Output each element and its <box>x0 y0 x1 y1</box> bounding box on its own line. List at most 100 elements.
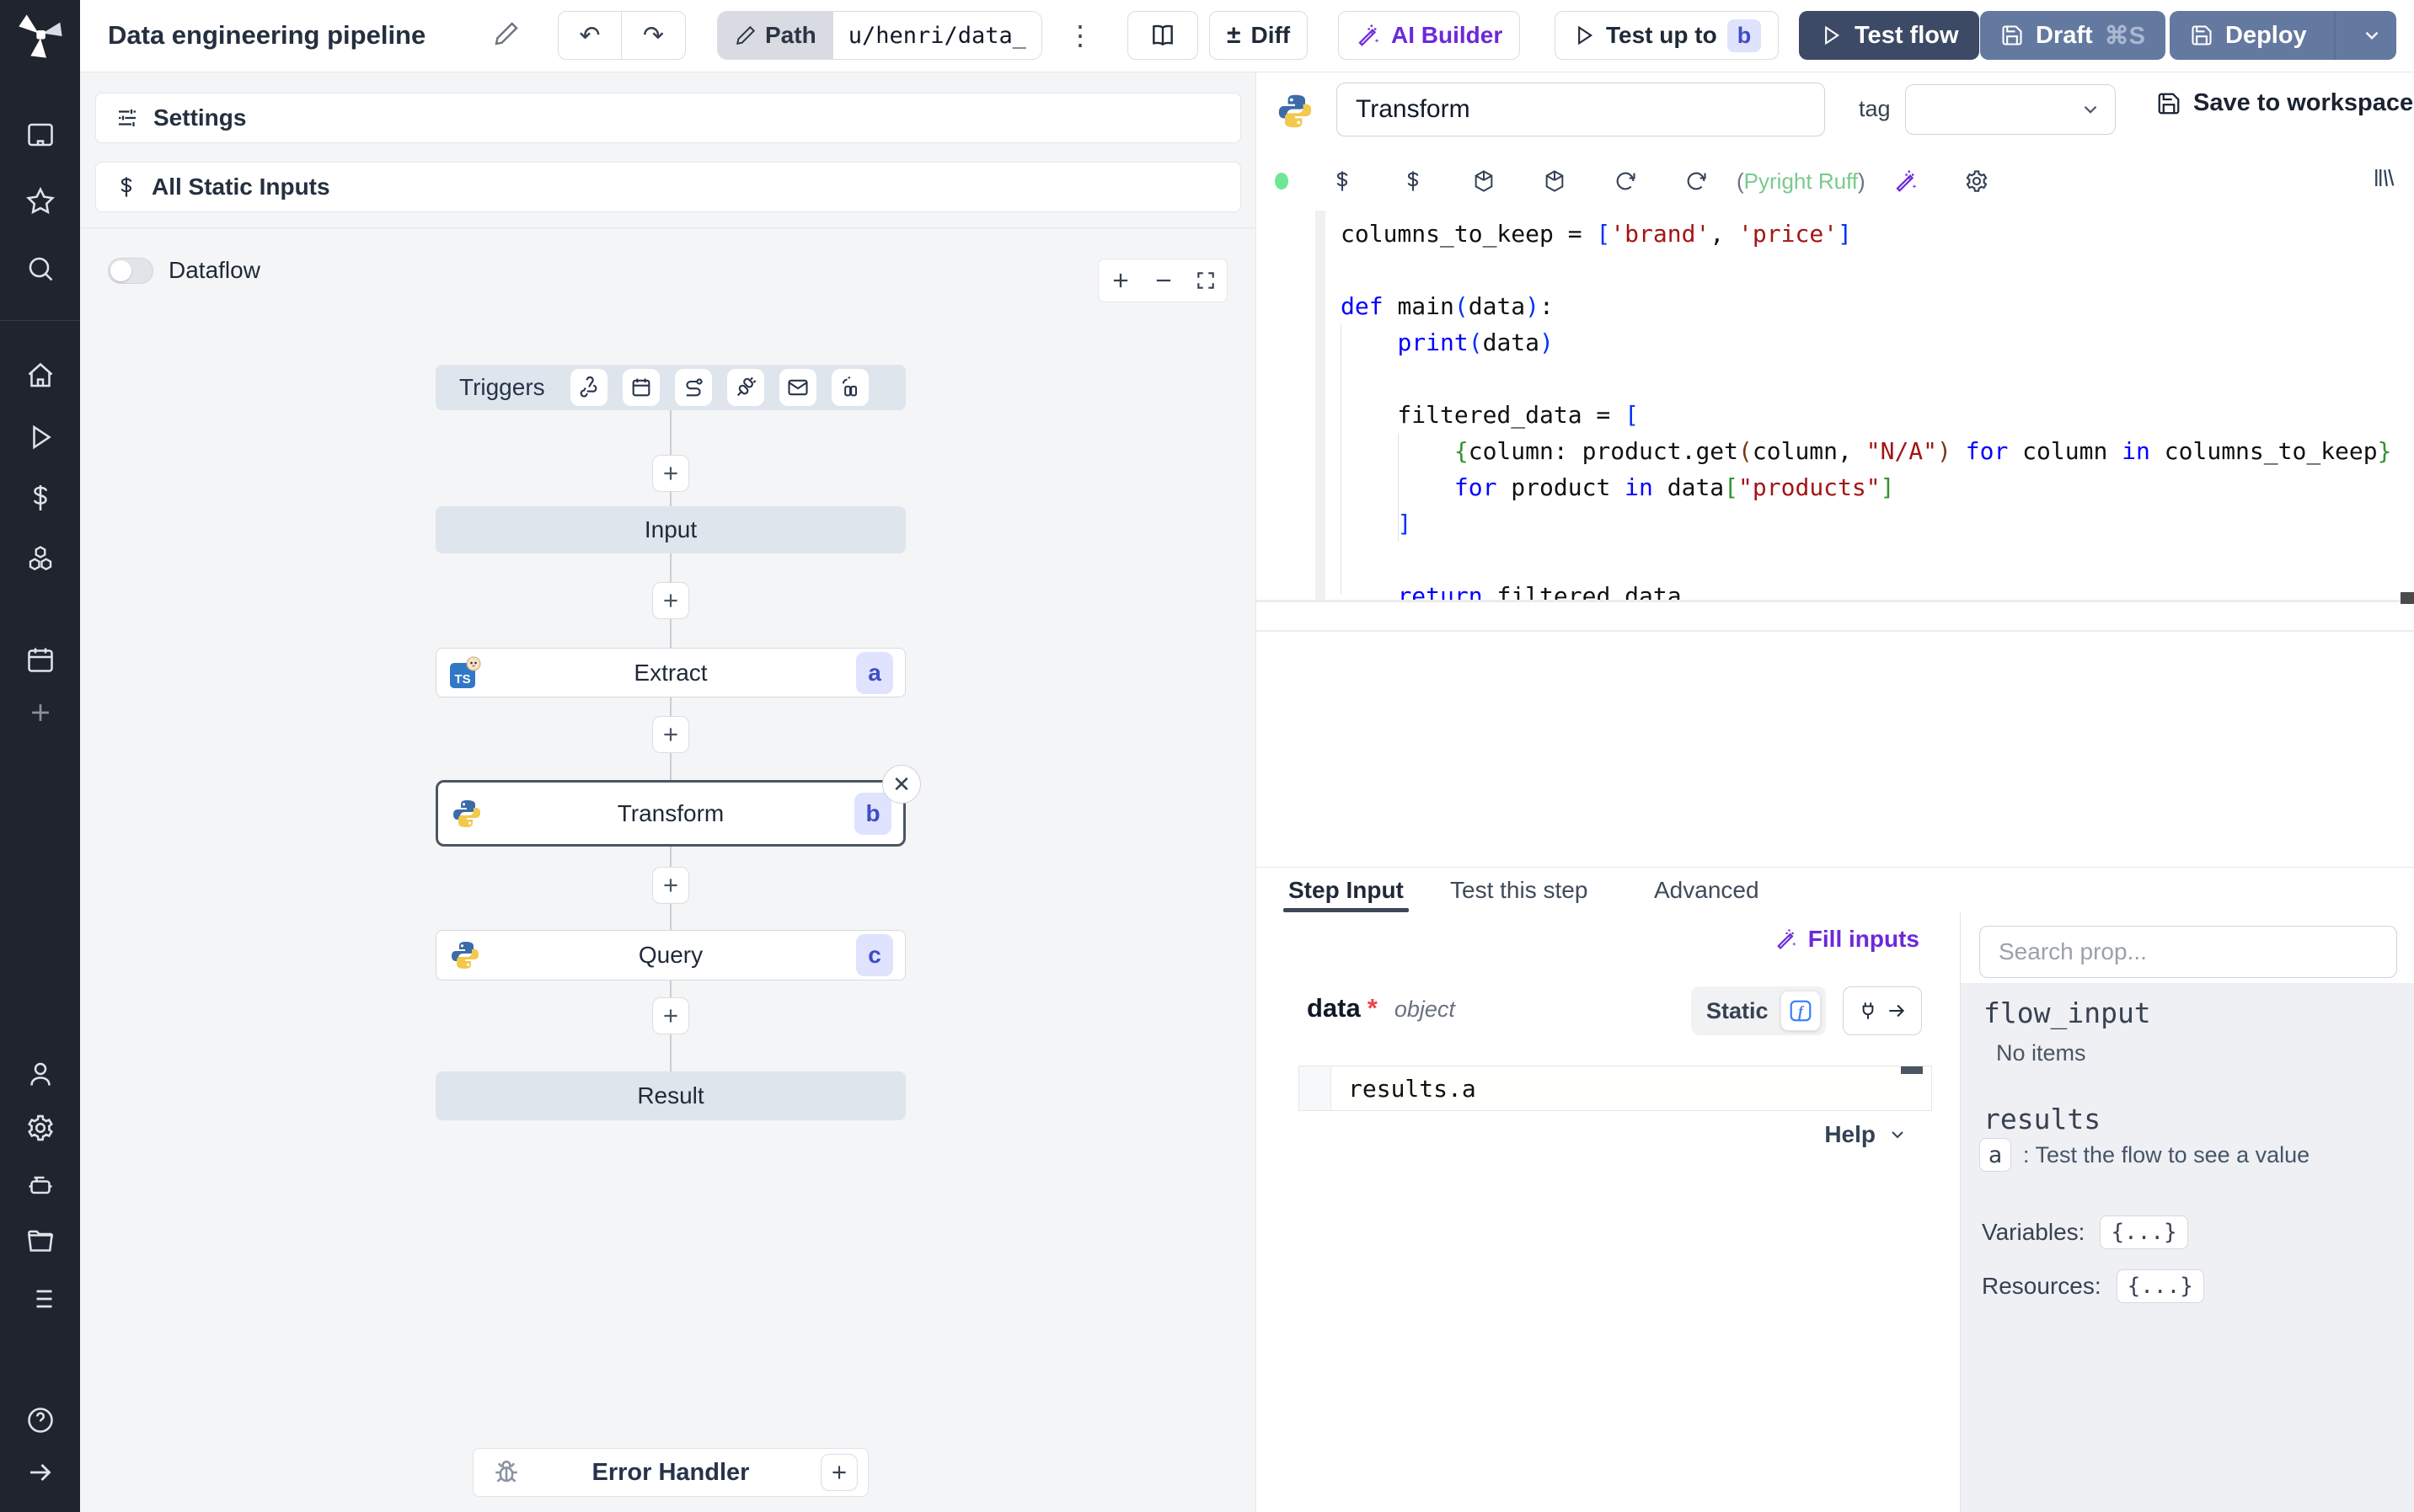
plug-trigger-icon[interactable] <box>726 369 764 406</box>
path-button[interactable]: Path <box>718 12 833 59</box>
flow-input-section-title[interactable]: flow_input <box>1983 996 2151 1029</box>
result-a-row[interactable]: a : Test the flow to see a value <box>1979 1138 2310 1172</box>
sidebar-item-folders[interactable] <box>25 1226 56 1257</box>
function-icon: f <box>1790 1000 1811 1022</box>
variables-object-chip[interactable]: {...} <box>2100 1215 2188 1249</box>
draft-button[interactable]: Draft ⌘S <box>1980 11 2166 60</box>
path-input[interactable]: u/henri/data_ <box>832 12 1042 59</box>
fill-inputs-button[interactable]: Fill inputs <box>1774 926 1919 953</box>
step-node-transform-selected[interactable]: Transform b <box>436 780 906 847</box>
add-error-handler-button[interactable] <box>821 1454 858 1491</box>
sidebar-item-runs[interactable] <box>25 422 56 452</box>
resources-object-chip[interactable]: {...} <box>2116 1269 2204 1303</box>
results-section-title[interactable]: results <box>1983 1103 2101 1135</box>
tab-step-input[interactable]: Step Input <box>1283 868 1409 912</box>
sidebar-item-settings[interactable] <box>25 1113 56 1143</box>
deploy-button[interactable]: Deploy <box>2170 11 2396 60</box>
refresh-icon[interactable] <box>1590 169 1661 193</box>
static-inputs-dollar-icon[interactable] <box>1307 169 1378 193</box>
ai-builder-button[interactable]: AI Builder <box>1338 11 1521 60</box>
add-step-button[interactable] <box>652 455 689 492</box>
step-id-badge: b <box>854 792 891 835</box>
prop-search-input[interactable] <box>1979 926 2397 978</box>
sidebar-item-favorites[interactable] <box>25 186 56 216</box>
zoom-in-button[interactable] <box>1109 269 1132 292</box>
deploy-dropdown-caret[interactable] <box>2347 24 2396 46</box>
zoom-out-button[interactable] <box>1152 269 1175 292</box>
step-input-content: Fill inputs data * object Static f result… <box>1256 912 2414 1512</box>
test-up-to-button[interactable]: Test up to b <box>1555 11 1780 60</box>
ai-wand-icon[interactable] <box>1871 168 1941 194</box>
add-step-button[interactable] <box>652 582 689 619</box>
undo-button[interactable]: ↶ <box>559 12 622 59</box>
static-inputs-dollar-icon[interactable] <box>1378 169 1448 193</box>
sidebar-item-user[interactable] <box>25 1059 56 1089</box>
triggers-node[interactable]: Triggers <box>436 365 906 410</box>
editor-settings-gear-icon[interactable] <box>1941 168 2012 194</box>
library-icon[interactable] <box>2371 165 2396 190</box>
edit-title-pencil-icon[interactable] <box>493 20 520 47</box>
schedule-trigger-icon[interactable] <box>622 369 660 406</box>
static-mode-label[interactable]: Static <box>1706 998 1769 1024</box>
error-handler-node[interactable]: Error Handler <box>473 1448 869 1497</box>
fit-view-button[interactable] <box>1195 270 1217 291</box>
add-step-button[interactable] <box>652 716 689 753</box>
tab-advanced[interactable]: Advanced <box>1654 868 1759 912</box>
sidebar-item-workspace[interactable] <box>25 120 56 150</box>
tag-select[interactable] <box>1905 84 2116 135</box>
sidebar-item-workers[interactable] <box>25 1170 56 1200</box>
refresh-icon[interactable] <box>1661 169 1732 193</box>
sidebar-item-add[interactable] <box>26 698 55 727</box>
add-step-button[interactable] <box>652 867 689 904</box>
sidebar-item-audit-logs[interactable] <box>25 1284 56 1314</box>
help-dropdown[interactable]: Help <box>1824 1121 1908 1148</box>
webhook-trigger-icon[interactable] <box>570 369 608 406</box>
sidebar-item-variables[interactable] <box>25 483 56 513</box>
windmill-logo[interactable] <box>0 0 80 72</box>
watch-trigger-icon[interactable] <box>831 369 869 406</box>
save-to-workspace-button[interactable]: Save to workspace <box>2156 89 2413 117</box>
more-options-kebab-icon[interactable]: ⋮ <box>1063 11 1097 60</box>
input-node[interactable]: Input <box>436 506 906 553</box>
chevron-down-icon <box>2365 31 2379 40</box>
flow-settings-row[interactable]: Settings <box>95 93 1241 143</box>
flow-canvas[interactable]: Settings All Static Inputs Dataflow Trig… <box>80 72 1255 1512</box>
test-flow-button[interactable]: Test flow <box>1799 11 1979 60</box>
result-node[interactable]: Result <box>436 1071 906 1120</box>
redo-button[interactable]: ↷ <box>622 12 685 59</box>
email-trigger-icon[interactable] <box>779 369 816 406</box>
result-key-badge[interactable]: a <box>1979 1138 2011 1172</box>
diff-button[interactable]: ± Diff <box>1209 11 1309 60</box>
horizontal-scrollbar-thumb[interactable] <box>2401 592 2414 604</box>
sidebar-item-home[interactable] <box>25 361 56 391</box>
step-node-query[interactable]: Query c <box>436 930 906 980</box>
code-editor[interactable]: columns_to_keep = ['brand', 'price'] def … <box>1256 211 2414 600</box>
remove-step-button[interactable]: ✕ <box>882 765 921 804</box>
docs-book-button[interactable] <box>1127 11 1198 60</box>
step-header: tag Save to workspace <box>1256 72 2414 153</box>
sidebar-item-resources[interactable] <box>25 543 56 574</box>
dataflow-toggle-row: Dataflow <box>108 257 260 284</box>
all-static-inputs-row[interactable]: All Static Inputs <box>95 162 1241 212</box>
package-icon[interactable] <box>1448 169 1519 193</box>
lint-status-label: (Pyright Ruff) <box>1737 168 1865 194</box>
add-step-button[interactable] <box>652 997 689 1034</box>
javascript-expression-mode-button[interactable]: f <box>1780 991 1821 1031</box>
dollar-icon <box>120 177 132 197</box>
tab-test-this-step[interactable]: Test this step <box>1450 868 1587 912</box>
edit-path-pencil-icon <box>736 25 756 45</box>
sidebar-item-schedules[interactable] <box>25 644 56 675</box>
dataflow-toggle[interactable] <box>108 257 153 284</box>
divider <box>2333 11 2336 60</box>
step-node-extract[interactable]: TS Extract a <box>436 648 906 697</box>
connect-input-button[interactable] <box>1843 986 1922 1035</box>
sidebar-item-help[interactable] <box>25 1405 56 1435</box>
sidebar-item-search[interactable] <box>25 254 56 284</box>
step-name-input[interactable] <box>1336 83 1825 136</box>
canvas-zoom-controls <box>1098 259 1228 302</box>
data-expression-input[interactable]: results.a <box>1298 1066 1932 1111</box>
step-input-form: Fill inputs data * object Static f result… <box>1256 912 1960 1512</box>
route-trigger-icon[interactable] <box>674 369 712 406</box>
package-icon[interactable] <box>1519 169 1590 193</box>
sidebar-collapse-arrow[interactable] <box>25 1457 56 1488</box>
